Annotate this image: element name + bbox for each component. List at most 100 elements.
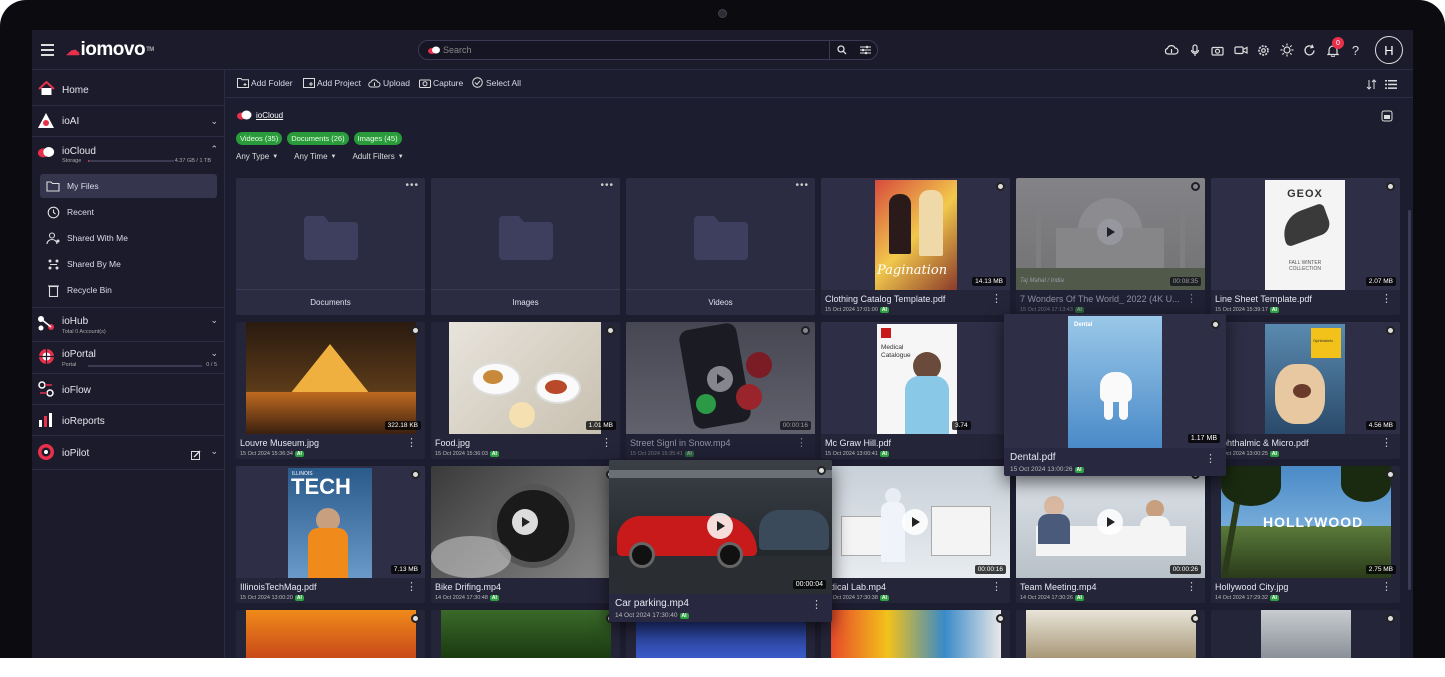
sun-icon[interactable]: [1275, 40, 1298, 60]
filter-settings-button[interactable]: [853, 41, 877, 59]
select-radio[interactable]: [411, 614, 420, 623]
search-button[interactable]: [829, 41, 853, 59]
select-radio[interactable]: [1386, 470, 1395, 479]
preview-toggle-icon[interactable]: [1381, 109, 1395, 123]
upload-button[interactable]: Upload: [368, 77, 410, 88]
sidebar-item-iohub[interactable]: ioHub Total 0 Account(s) ⌄: [32, 308, 225, 342]
select-radio[interactable]: [996, 614, 1005, 623]
more-icon[interactable]: •••: [795, 180, 809, 191]
file-card[interactable]: Pagination 14.13 MB Clothing Catalog Tem…: [821, 178, 1010, 315]
help-icon[interactable]: ?: [1344, 40, 1367, 60]
sidebar-item-recent[interactable]: Recent: [40, 200, 217, 224]
select-radio[interactable]: [996, 182, 1005, 191]
sidebar-item-ioai[interactable]: ioAI ⌄: [32, 106, 225, 137]
search-input[interactable]: [443, 43, 823, 57]
file-card[interactable]: 00:00:26 Team Meeting.mp4 14 Oct 2024 17…: [1016, 466, 1205, 603]
file-card[interactable]: HOLLYWOOD 2.75 MB Hollywood City.jpg 14 …: [1211, 466, 1400, 603]
breadcrumb[interactable]: ioCloud: [236, 110, 283, 120]
cloud-upload-icon[interactable]: [1160, 40, 1183, 60]
file-card[interactable]: [431, 610, 620, 658]
kebab-menu-icon[interactable]: ⋮: [811, 600, 822, 611]
edit-icon[interactable]: [191, 447, 201, 465]
select-radio[interactable]: [801, 326, 810, 335]
select-radio[interactable]: [411, 326, 420, 335]
sidebar-item-shared-with-me[interactable]: Shared With Me: [40, 226, 217, 250]
more-icon[interactable]: •••: [405, 180, 419, 191]
scrollbar[interactable]: [1408, 210, 1411, 590]
kebab-menu-icon[interactable]: ⋮: [406, 582, 417, 593]
kebab-menu-icon[interactable]: ⋮: [1381, 438, 1392, 449]
play-icon[interactable]: [902, 509, 928, 535]
folder-card-images[interactable]: ••• Images: [431, 178, 620, 315]
chevron-up-icon[interactable]: ⌃: [210, 144, 218, 155]
kebab-menu-icon[interactable]: ⋮: [991, 294, 1002, 305]
kebab-menu-icon[interactable]: ⋮: [1205, 454, 1216, 465]
chip-videos[interactable]: Videos (35): [236, 132, 283, 145]
file-card[interactable]: 00:00:16 Street Signl in Snow.mp4 15 Oct…: [626, 322, 815, 459]
select-radio[interactable]: [606, 326, 615, 335]
play-icon[interactable]: [1097, 509, 1123, 535]
microphone-icon[interactable]: [1183, 40, 1206, 60]
sidebar-item-ioreports[interactable]: ioReports: [32, 405, 225, 436]
play-icon[interactable]: [707, 366, 733, 392]
adult-filter[interactable]: Adult Filters ▼: [352, 152, 403, 161]
select-all-button[interactable]: Select All: [471, 77, 521, 88]
file-card[interactable]: ILLINOIS TECH 7.13 MB IllinoisTechMag.pd…: [236, 466, 425, 603]
file-card[interactable]: 00:00:16 edical Lab.mp4 14 Oct 2024 17:3…: [821, 466, 1010, 603]
kebab-menu-icon[interactable]: ⋮: [1381, 582, 1392, 593]
select-radio[interactable]: [1191, 182, 1200, 191]
sidebar-item-ioflow[interactable]: ioFlow: [32, 374, 225, 405]
sidebar-item-iopilot[interactable]: ioPilot ⌄: [32, 436, 225, 470]
chip-images[interactable]: Images (45): [353, 132, 402, 145]
file-card[interactable]: Bike Drifing.mp4 14 Oct 2024 17:30:48 AI: [431, 466, 620, 603]
kebab-menu-icon[interactable]: ⋮: [1381, 294, 1392, 305]
file-card[interactable]: 322.18 KB Louvre Museum.jpg 15 Oct 2024 …: [236, 322, 425, 459]
time-filter[interactable]: Any Time ▼: [294, 152, 336, 161]
type-filter[interactable]: Any Type ▼: [236, 152, 278, 161]
sidebar-item-my-files[interactable]: My Files: [40, 174, 217, 198]
select-radio[interactable]: [1386, 326, 1395, 335]
select-radio[interactable]: [817, 466, 826, 475]
play-icon[interactable]: [512, 509, 538, 535]
camera-icon[interactable]: [1206, 40, 1229, 60]
app-logo[interactable]: ☁ iomovo TM: [66, 39, 154, 60]
file-card[interactable]: GEOX FALL WINTER COLLECTION 2.07 MB Line…: [1211, 178, 1400, 315]
file-card[interactable]: [236, 610, 425, 658]
sidebar-item-recycle-bin[interactable]: Recycle Bin: [40, 278, 217, 302]
file-card[interactable]: [821, 610, 1010, 658]
kebab-menu-icon[interactable]: ⋮: [601, 438, 612, 449]
capture-button[interactable]: Capture: [418, 77, 463, 88]
kebab-menu-icon[interactable]: ⋮: [406, 438, 417, 449]
select-radio[interactable]: [1386, 182, 1395, 191]
sort-icon[interactable]: [1361, 77, 1381, 91]
file-card[interactable]: Taj Mahal / India 00:08:35 7 Wonders Of …: [1016, 178, 1205, 315]
kebab-menu-icon[interactable]: ⋮: [991, 582, 1002, 593]
chip-documents[interactable]: Documents (26): [287, 132, 349, 145]
select-radio[interactable]: [1191, 614, 1200, 623]
file-card[interactable]: Medical Catalogue 3.74 Mc Graw Hill.pdf …: [821, 322, 1010, 459]
folder-card-videos[interactable]: ••• Videos: [626, 178, 815, 315]
folder-card-documents[interactable]: ••• Documents: [236, 178, 425, 315]
file-card[interactable]: [1211, 610, 1400, 658]
select-radio[interactable]: [1386, 614, 1395, 623]
sidebar-item-shared-by-me[interactable]: Shared By Me: [40, 252, 217, 276]
kebab-menu-icon[interactable]: ⋮: [1186, 582, 1197, 593]
file-card-hover-dental[interactable]: Dental 1.17 MB Dental.pdf 15 Oct 2024 13…: [1004, 314, 1226, 476]
add-project-button[interactable]: Add Project: [302, 77, 361, 88]
bell-icon[interactable]: 0: [1321, 37, 1344, 60]
file-card[interactable]: Ophthalmic 4.56 MB Ophthalmic & Micro.pd…: [1211, 322, 1400, 459]
file-card[interactable]: 1.01 MB Food.jpg 15 Oct 2024 15:36:03 AI …: [431, 322, 620, 459]
video-camera-icon[interactable]: [1229, 40, 1252, 60]
chevron-down-icon[interactable]: ⌄: [210, 116, 218, 127]
sidebar-item-ioportal[interactable]: ioPortal Portal 0 / 5 ⌄: [32, 342, 225, 374]
file-card[interactable]: [1016, 610, 1205, 658]
select-radio[interactable]: [1211, 320, 1220, 329]
play-icon[interactable]: [707, 513, 733, 539]
chevron-down-icon[interactable]: ⌄: [210, 315, 218, 326]
add-folder-button[interactable]: Add Folder: [236, 77, 293, 88]
more-icon[interactable]: •••: [600, 180, 614, 191]
refresh-icon[interactable]: [1298, 40, 1321, 60]
gear-icon[interactable]: [1252, 40, 1275, 60]
menu-icon[interactable]: [41, 44, 54, 56]
user-avatar[interactable]: H: [1375, 36, 1403, 64]
